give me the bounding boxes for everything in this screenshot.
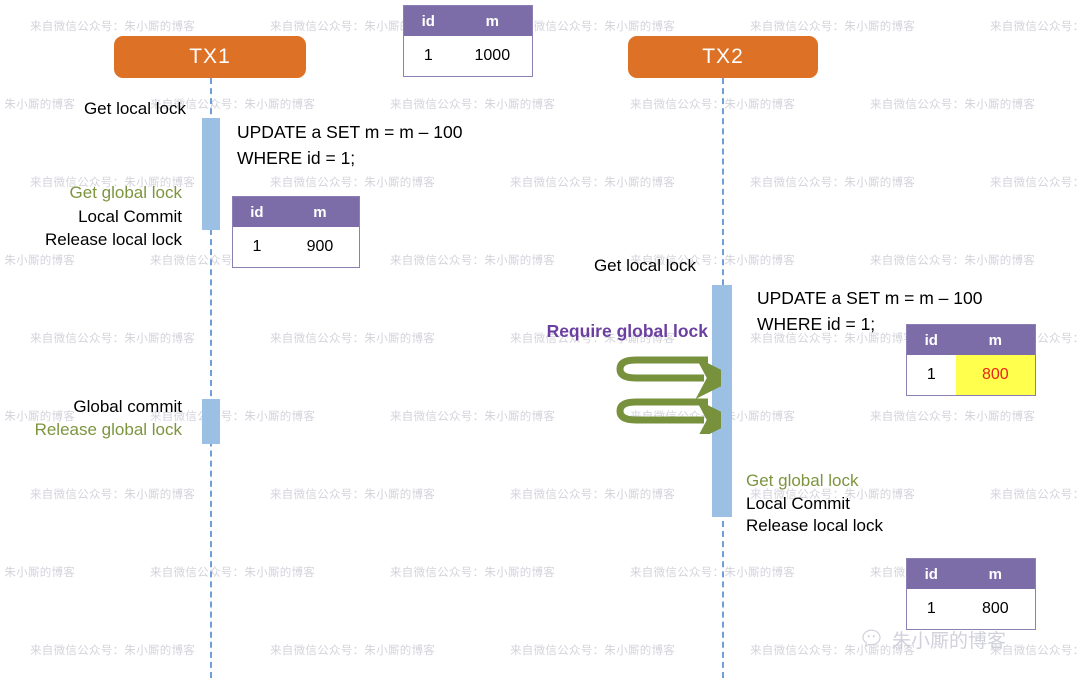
watermark-text: 来自微信公众号：朱小厮的博客: [990, 19, 1080, 33]
text: Get global lock: [69, 183, 182, 202]
text: Get global lock: [746, 471, 859, 490]
table-row: 1 800: [907, 589, 1035, 629]
actor-tx2-label: TX2: [702, 45, 744, 68]
retry-arrow-2: [616, 398, 721, 434]
watermark-text: 来自微信公众号：朱小厮的博客: [30, 643, 196, 657]
text: Get local lock: [593, 256, 696, 275]
retry-arrows: [616, 356, 721, 434]
label-tx1-release-global-lock: Release global lock: [0, 417, 182, 442]
label-tx2-release-local-lock: Release local lock: [746, 513, 883, 538]
cell-id: 1: [252, 238, 262, 255]
cell-m: 800: [981, 600, 1009, 617]
column-header-m: m: [988, 331, 1002, 349]
watermark-text: 来自微信公众号：朱小厮的博客: [750, 175, 916, 189]
retry-arrow-1: [616, 356, 721, 399]
label-tx1-sql: UPDATE a SET m = m – 100 WHERE id = 1;: [237, 119, 462, 171]
column-header-id: id: [924, 565, 938, 583]
text: Release global lock: [34, 420, 182, 439]
text: Global commit: [73, 397, 182, 416]
column-header-m: m: [313, 203, 327, 221]
watermark-text: 来自微信公众号：朱小厮的博客: [0, 253, 76, 267]
watermark-text: 来自微信公众号：朱小厮的博客: [510, 175, 676, 189]
table-header-row: id m: [907, 325, 1035, 355]
watermark-text: 来自微信公众号：朱小厮的博客: [990, 487, 1080, 501]
table-header-row: id m: [907, 559, 1035, 589]
column-header-id: id: [421, 12, 435, 30]
cell-id: 1: [926, 366, 936, 383]
watermark-text: 来自微信公众号：朱小厮的博客: [870, 253, 1036, 267]
label-tx2-get-local-lock: Get local lock: [500, 253, 696, 278]
label-tx2-get-global-lock: Get global lock: [746, 468, 858, 493]
label-tx1-sql-line2: WHERE id = 1;: [237, 148, 356, 168]
watermark-text: 来自微信公众号：朱小厮的博客: [30, 19, 196, 33]
watermark-text: 来自微信公众号：朱小厮的博客: [990, 175, 1080, 189]
watermark-text: 来自微信公众号：朱小厮的博客: [390, 565, 556, 579]
cell-m: 1000: [474, 47, 511, 64]
table-tx2-after: id m 1 800: [906, 558, 1036, 630]
watermark-text: 来自微信公众号：朱小厮的博客: [150, 565, 316, 579]
label-tx1-sql-line1: UPDATE a SET m = m – 100: [237, 122, 463, 142]
watermark-text: 来自微信公众号：朱小厮的博客: [270, 487, 436, 501]
watermark-text: 来自微信公众号：朱小厮的博客: [0, 565, 76, 579]
watermark-text: 来自微信公众号：朱小厮的博客: [390, 97, 556, 111]
actor-tx1-label: TX1: [189, 45, 231, 68]
text: Local Commit: [78, 207, 182, 226]
label-tx1-local-commit: Local Commit: [0, 204, 182, 229]
wechat-icon: [862, 629, 881, 648]
brand-badge: 朱小厮的博客: [862, 626, 1006, 653]
watermark-text: 来自微信公众号：朱小厮的博客: [30, 331, 196, 345]
column-header-id: id: [924, 331, 938, 349]
watermark-text: 来自微信公众号：朱小厮的博客: [270, 175, 436, 189]
watermark-text: 来自微信公众号：朱小厮的博客: [30, 487, 196, 501]
label-tx1-get-local-lock: Get local lock: [0, 96, 186, 121]
watermark-text: 来自微信公众号：朱小厮的博客: [870, 409, 1036, 423]
table-row: 1 900: [233, 227, 359, 267]
watermark-text: 来自微信公众号：朱小厮的博客: [750, 19, 916, 33]
label-tx1-global-commit: Global commit: [0, 394, 182, 419]
watermark-text: 来自微信公众号：朱小厮的博客: [510, 487, 676, 501]
cell-m-highlighted: 800: [955, 355, 1035, 395]
table-row: 1 1000: [404, 36, 532, 76]
cell-id: 1: [926, 600, 936, 617]
actor-tx2[interactable]: TX2: [628, 36, 818, 78]
brand-text: 朱小厮的博客: [892, 630, 1007, 652]
text: Release local lock: [746, 516, 884, 535]
table-tx2-pending: id m 1 800: [906, 324, 1036, 396]
table-header-row: id m: [233, 197, 359, 227]
text: Release local lock: [44, 230, 182, 249]
label-tx1-get-global-lock: Get global lock: [0, 180, 182, 205]
diagram-canvas: 来自微信公众号：朱小厮的博客 来自微信公众号：朱小厮的博客 来自微信公众号：朱小厮的…: [0, 0, 1080, 688]
label-tx2-sql-line1: UPDATE a SET m = m – 100: [757, 288, 983, 308]
column-header-id: id: [250, 203, 264, 221]
watermark-text: 来自微信公众号：朱小厮的博客: [510, 19, 676, 33]
text: Require global lock: [546, 321, 708, 341]
watermark-text: 来自微信公众号：朱小厮的博客: [390, 409, 556, 423]
watermark-text: 来自微信公众号：朱小厮的博客: [510, 643, 676, 657]
actor-tx1[interactable]: TX1: [114, 36, 306, 78]
watermark-text: 来自微信公众号：朱小厮的博客: [270, 331, 436, 345]
column-header-m: m: [988, 565, 1002, 583]
cell-m: 900: [306, 238, 334, 255]
watermark-text: 来自微信公众号：朱小厮的博客: [630, 97, 796, 111]
cell-id: 1: [423, 47, 433, 64]
text: Get local lock: [83, 99, 186, 118]
watermark-text: 来自微信公众号：朱小厮的博客: [870, 97, 1036, 111]
table-row: 1 800: [907, 355, 1035, 395]
watermark-text: 来自微信公众号：朱小厮的博客: [270, 643, 436, 657]
column-header-m: m: [485, 12, 499, 30]
label-tx2-require-global-lock: Require global lock: [460, 319, 708, 344]
label-tx1-release-local-lock: Release local lock: [0, 227, 182, 252]
table-initial: id m 1 1000: [403, 5, 533, 77]
activation-bar-tx1-local: [202, 118, 220, 230]
table-header-row: id m: [404, 6, 532, 36]
text: Local Commit: [746, 494, 850, 513]
activation-bar-tx1-global: [202, 399, 220, 444]
table-tx1-after: id m 1 900: [232, 196, 360, 268]
watermark-text: 来自微信公众号：朱小厮的博客: [630, 565, 796, 579]
